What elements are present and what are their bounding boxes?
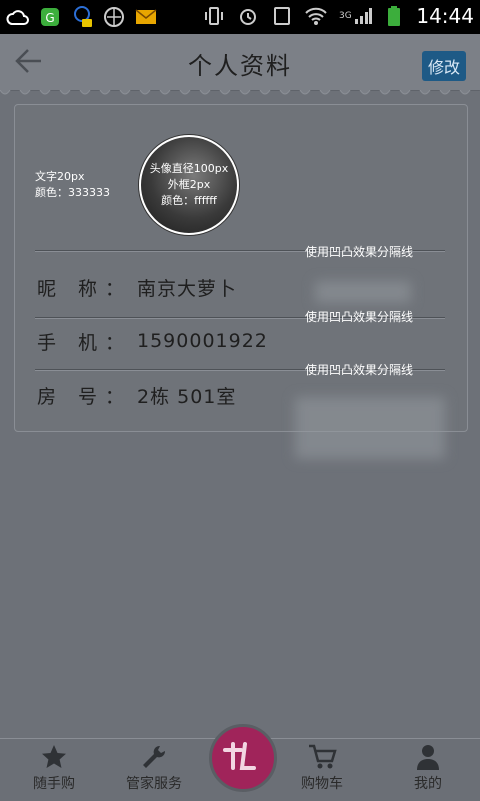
globe-icon bbox=[102, 5, 126, 29]
field-value: 南京大萝卜 bbox=[137, 277, 238, 300]
avatar-note-line: 头像直径100px bbox=[149, 162, 229, 175]
wrench-icon bbox=[106, 741, 202, 773]
divider-note: 使用凹凸效果分隔线 bbox=[305, 363, 414, 377]
tab-label: 我的 bbox=[414, 776, 442, 792]
blur-mask bbox=[295, 397, 445, 459]
text-style-note: 文字20px 颜色：333333 bbox=[35, 169, 110, 201]
blur-mask bbox=[315, 281, 411, 303]
brand-logo-icon bbox=[223, 742, 256, 770]
wave-border bbox=[0, 90, 480, 95]
field-label: 昵 称： bbox=[37, 277, 133, 300]
tab-label: 购物车 bbox=[301, 776, 343, 792]
text-note-line: 颜色：333333 bbox=[35, 186, 110, 199]
home-logo-button[interactable] bbox=[209, 724, 277, 792]
mail-icon bbox=[134, 5, 158, 29]
star-icon bbox=[6, 741, 102, 773]
tab-cart[interactable]: 购物车 bbox=[274, 741, 370, 799]
field-label: 手 机： bbox=[37, 331, 133, 354]
profile-card: 文字20px 颜色：333333 头像直径100px 外框2px 颜色：ffff… bbox=[14, 104, 468, 459]
signal-icon: 3G bbox=[338, 4, 372, 28]
shield-app-icon: G bbox=[38, 5, 62, 29]
tab-shop[interactable]: 随手购 bbox=[6, 741, 102, 799]
field-nickname: 昵 称： 南京大萝卜 bbox=[37, 267, 237, 307]
avatar-note-line: 颜色：ffffff bbox=[161, 194, 217, 207]
avatar-note-line: 外框2px bbox=[167, 178, 211, 191]
tab-label: 管家服务 bbox=[126, 776, 182, 792]
divider-note: 使用凹凸效果分隔线 bbox=[305, 310, 414, 324]
data-icon bbox=[270, 4, 294, 28]
svg-text:G: G bbox=[45, 11, 54, 25]
field-room: 房 号： 2栋 501室 bbox=[37, 375, 236, 415]
text-note-line: 文字20px bbox=[35, 170, 85, 183]
status-bar: G 3G 14:44 bbox=[0, 0, 480, 34]
clock-time: 14:44 bbox=[416, 4, 474, 28]
avatar-note: 头像直径100px 外框2px 颜色：ffffff bbox=[141, 161, 237, 209]
field-value: 1590001922 bbox=[137, 330, 268, 352]
alarm-icon bbox=[236, 4, 260, 28]
divider-note: 使用凹凸效果分隔线 bbox=[305, 245, 414, 259]
user-icon bbox=[380, 741, 476, 773]
tab-butler-service[interactable]: 管家服务 bbox=[106, 741, 202, 799]
cloud-icon bbox=[6, 5, 30, 29]
vibrate-icon bbox=[202, 4, 226, 28]
battery-icon bbox=[382, 4, 406, 28]
title-bar: 个人资料 修改 bbox=[0, 34, 480, 91]
field-value: 2栋 501室 bbox=[137, 385, 237, 408]
avatar[interactable]: 头像直径100px 外框2px 颜色：ffffff bbox=[139, 135, 239, 235]
tab-label: 随手购 bbox=[33, 776, 75, 792]
edit-button[interactable]: 修改 bbox=[421, 51, 466, 81]
tab-mine[interactable]: 我的 bbox=[380, 741, 476, 799]
field-phone: 手 机： 1590001922 bbox=[37, 321, 268, 361]
wifi-icon bbox=[304, 4, 328, 28]
chat-app-icon bbox=[70, 5, 94, 29]
page-title: 个人资料 bbox=[188, 52, 292, 80]
network-type: 3G bbox=[339, 11, 352, 21]
cart-icon bbox=[274, 741, 370, 773]
field-label: 房 号： bbox=[37, 385, 133, 408]
